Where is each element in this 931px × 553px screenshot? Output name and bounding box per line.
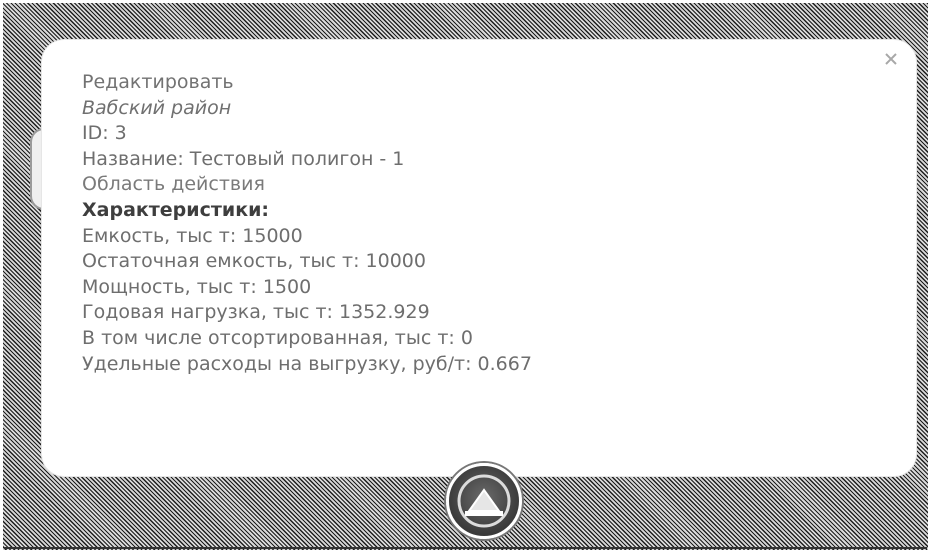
- characteristic-item: Остаточная емкость, тыс т: 10000: [82, 250, 426, 273]
- characteristics-heading: Характеристики:: [82, 198, 269, 221]
- object-name: Название: Тестовый полигон - 1: [82, 147, 405, 170]
- characteristic-item: Емкость, тыс т: 15000: [82, 224, 303, 247]
- scope-link[interactable]: Область действия: [82, 172, 532, 198]
- landfill-marker-icon[interactable]: [446, 463, 522, 539]
- characteristic-item: Годовая нагрузка, тыс т: 1352.929: [82, 301, 430, 324]
- characteristic-item: Мощность, тыс т: 1500: [82, 275, 312, 298]
- info-popup: Редактировать Вабский район ID: 3 Назван…: [42, 40, 916, 476]
- map-frame-edge: [4, 547, 927, 549]
- object-id: ID: 3: [82, 122, 127, 145]
- close-icon[interactable]: [882, 50, 900, 68]
- popup-content: Редактировать Вабский район ID: 3 Назван…: [82, 70, 532, 377]
- characteristic-item: В том числе отсортированная, тыс т: 0: [82, 326, 473, 349]
- edit-link[interactable]: Редактировать: [82, 70, 532, 96]
- characteristic-item: Удельные расходы на выгрузку, руб/т: 0.6…: [82, 352, 532, 375]
- district-name: Вабский район: [82, 96, 232, 119]
